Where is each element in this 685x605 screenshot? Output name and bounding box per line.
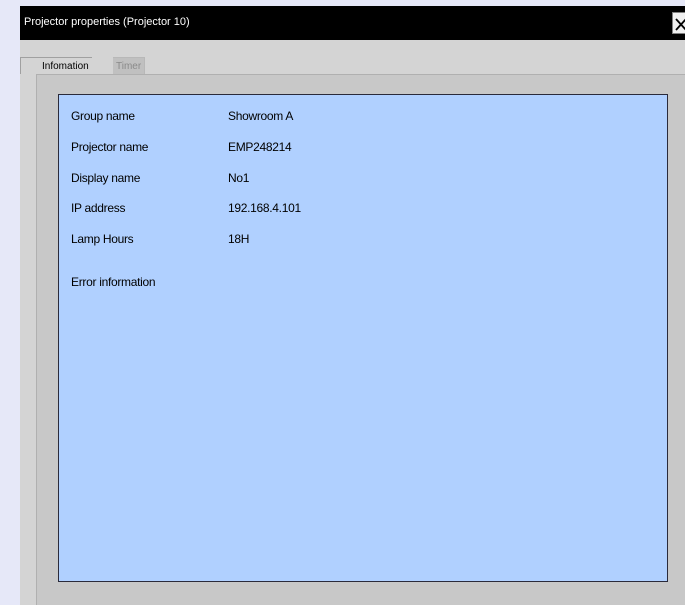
- ip-address-value: 192.168.4.101: [228, 201, 301, 215]
- display-name-value: No1: [228, 171, 250, 185]
- tab-timer[interactable]: Timer: [113, 57, 146, 74]
- information-panel: Group name Showroom A Projector name EMP…: [58, 94, 668, 582]
- tab-information[interactable]: Infomation: [20, 57, 92, 74]
- window-title: Projector properties (Projector 10): [24, 16, 190, 28]
- tab-timer-label: Timer: [116, 61, 142, 72]
- close-button[interactable]: [672, 12, 685, 34]
- display-name-label: Display name: [71, 171, 141, 185]
- tab-information-label: Infomation: [42, 61, 89, 72]
- error-information-label: Error information: [71, 275, 156, 289]
- title-bar[interactable]: Projector properties (Projector 10): [20, 6, 685, 40]
- group-name-value: Showroom A: [228, 109, 294, 123]
- lamp-hours-label: Lamp Hours: [71, 232, 134, 246]
- group-name-label: Group name: [71, 109, 135, 123]
- projector-properties-window: Projector properties (Projector 10) Info…: [20, 6, 685, 605]
- ip-address-label: IP address: [71, 201, 126, 215]
- lamp-hours-value: 18H: [228, 232, 250, 246]
- projector-name-label: Projector name: [71, 140, 149, 154]
- projector-name-value: EMP248214: [228, 140, 292, 154]
- close-icon: [675, 18, 685, 31]
